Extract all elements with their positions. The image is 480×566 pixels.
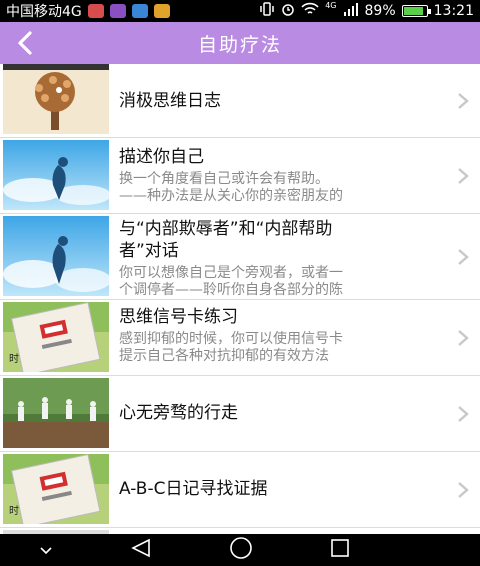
clock: 13:21 <box>433 3 474 19</box>
chevron-right-icon <box>458 406 469 422</box>
chevron-right-icon <box>458 168 469 184</box>
therapy-list: 消极思维日志 描述你自己 换一个角度看自己或许会有帮助。 ——种办法是从关心你的… <box>0 64 480 534</box>
list-item[interactable]: 消极思维日志 <box>0 64 480 138</box>
book-thumbnail: 时 <box>3 302 109 372</box>
notification-app-icon <box>131 4 148 18</box>
home-nav-button[interactable] <box>229 536 253 564</box>
item-description: 感到抑郁的时候，你可以使用信号卡 <box>119 331 343 347</box>
list-item[interactable]: 时 思维信号卡练习 感到抑郁的时候，你可以使用信号卡 提示自己各种对抗抑郁的有效… <box>0 300 480 376</box>
notification-app-icon <box>87 4 104 18</box>
network-type-label: 4G <box>325 1 337 10</box>
chevron-right-icon <box>458 482 469 498</box>
back-arrow-icon <box>18 31 32 55</box>
battery-percent: 89% <box>364 3 396 19</box>
chevron-right-icon <box>458 330 469 346</box>
alarm-icon <box>281 2 295 20</box>
svg-text:时: 时 <box>9 353 19 365</box>
hide-keyboard-icon[interactable] <box>39 541 53 560</box>
item-title: 消极思维日志 <box>119 91 221 111</box>
notification-app-icon <box>153 4 170 18</box>
battery-icon <box>401 5 431 17</box>
notification-app-icon <box>109 4 126 18</box>
list-item[interactable]: 心无旁骛的行走 <box>0 376 480 452</box>
wifi-icon <box>301 2 319 20</box>
item-title: A-B-C日记寻找证据 <box>119 479 268 499</box>
item-title: 与“内部欺辱者”和“内部帮助 <box>119 219 333 239</box>
recents-nav-button[interactable] <box>330 538 350 562</box>
svg-text:时: 时 <box>9 505 19 517</box>
app-bar: 自助疗法 <box>0 22 480 64</box>
status-bar: 中国移动4G 4G 89% 13:21 <box>0 0 480 22</box>
item-title: 思维信号卡练习 <box>119 307 238 327</box>
sky-person-thumbnail <box>3 216 109 296</box>
item-description: 换一个角度看自己或许会有帮助。 <box>119 171 329 187</box>
navigation-bar <box>0 534 480 566</box>
book-thumbnail: 时 <box>3 454 109 524</box>
item-description: 个调停者——聆听你自身各部分的陈 <box>119 282 343 298</box>
vibrate-icon <box>259 2 275 20</box>
item-title: 心无旁骛的行走 <box>119 403 238 423</box>
item-description: 提示自己各种对抗抑郁的有效方法 <box>119 348 329 364</box>
page-title: 自助疗法 <box>197 33 282 56</box>
chevron-right-icon <box>458 93 469 109</box>
back-nav-button[interactable] <box>130 538 152 562</box>
list-item[interactable]: 时 A-B-C日记寻找证据 <box>0 452 480 528</box>
carrier-label: 中国移动4G <box>6 4 82 20</box>
chevron-right-icon <box>458 249 469 265</box>
item-description: ——种办法是从关心你的亲密朋友的 <box>119 188 343 204</box>
list-item[interactable]: 描述你自己 换一个角度看自己或许会有帮助。 ——种办法是从关心你的亲密朋友的 <box>0 138 480 214</box>
item-title: 描述你自己 <box>119 147 204 167</box>
people-walking-thumbnail <box>3 378 109 448</box>
item-title-continued: 者”对话 <box>119 241 179 261</box>
item-description: 你可以想像自己是个旁观者，或者一 <box>119 265 343 281</box>
sky-person-thumbnail <box>3 140 109 210</box>
tree-thumbnail <box>3 64 109 134</box>
back-button[interactable] <box>10 28 40 58</box>
signal-icon <box>343 2 359 20</box>
list-item[interactable]: 与“内部欺辱者”和“内部帮助 者”对话 你可以想像自己是个旁观者，或者一 个调停… <box>0 214 480 300</box>
